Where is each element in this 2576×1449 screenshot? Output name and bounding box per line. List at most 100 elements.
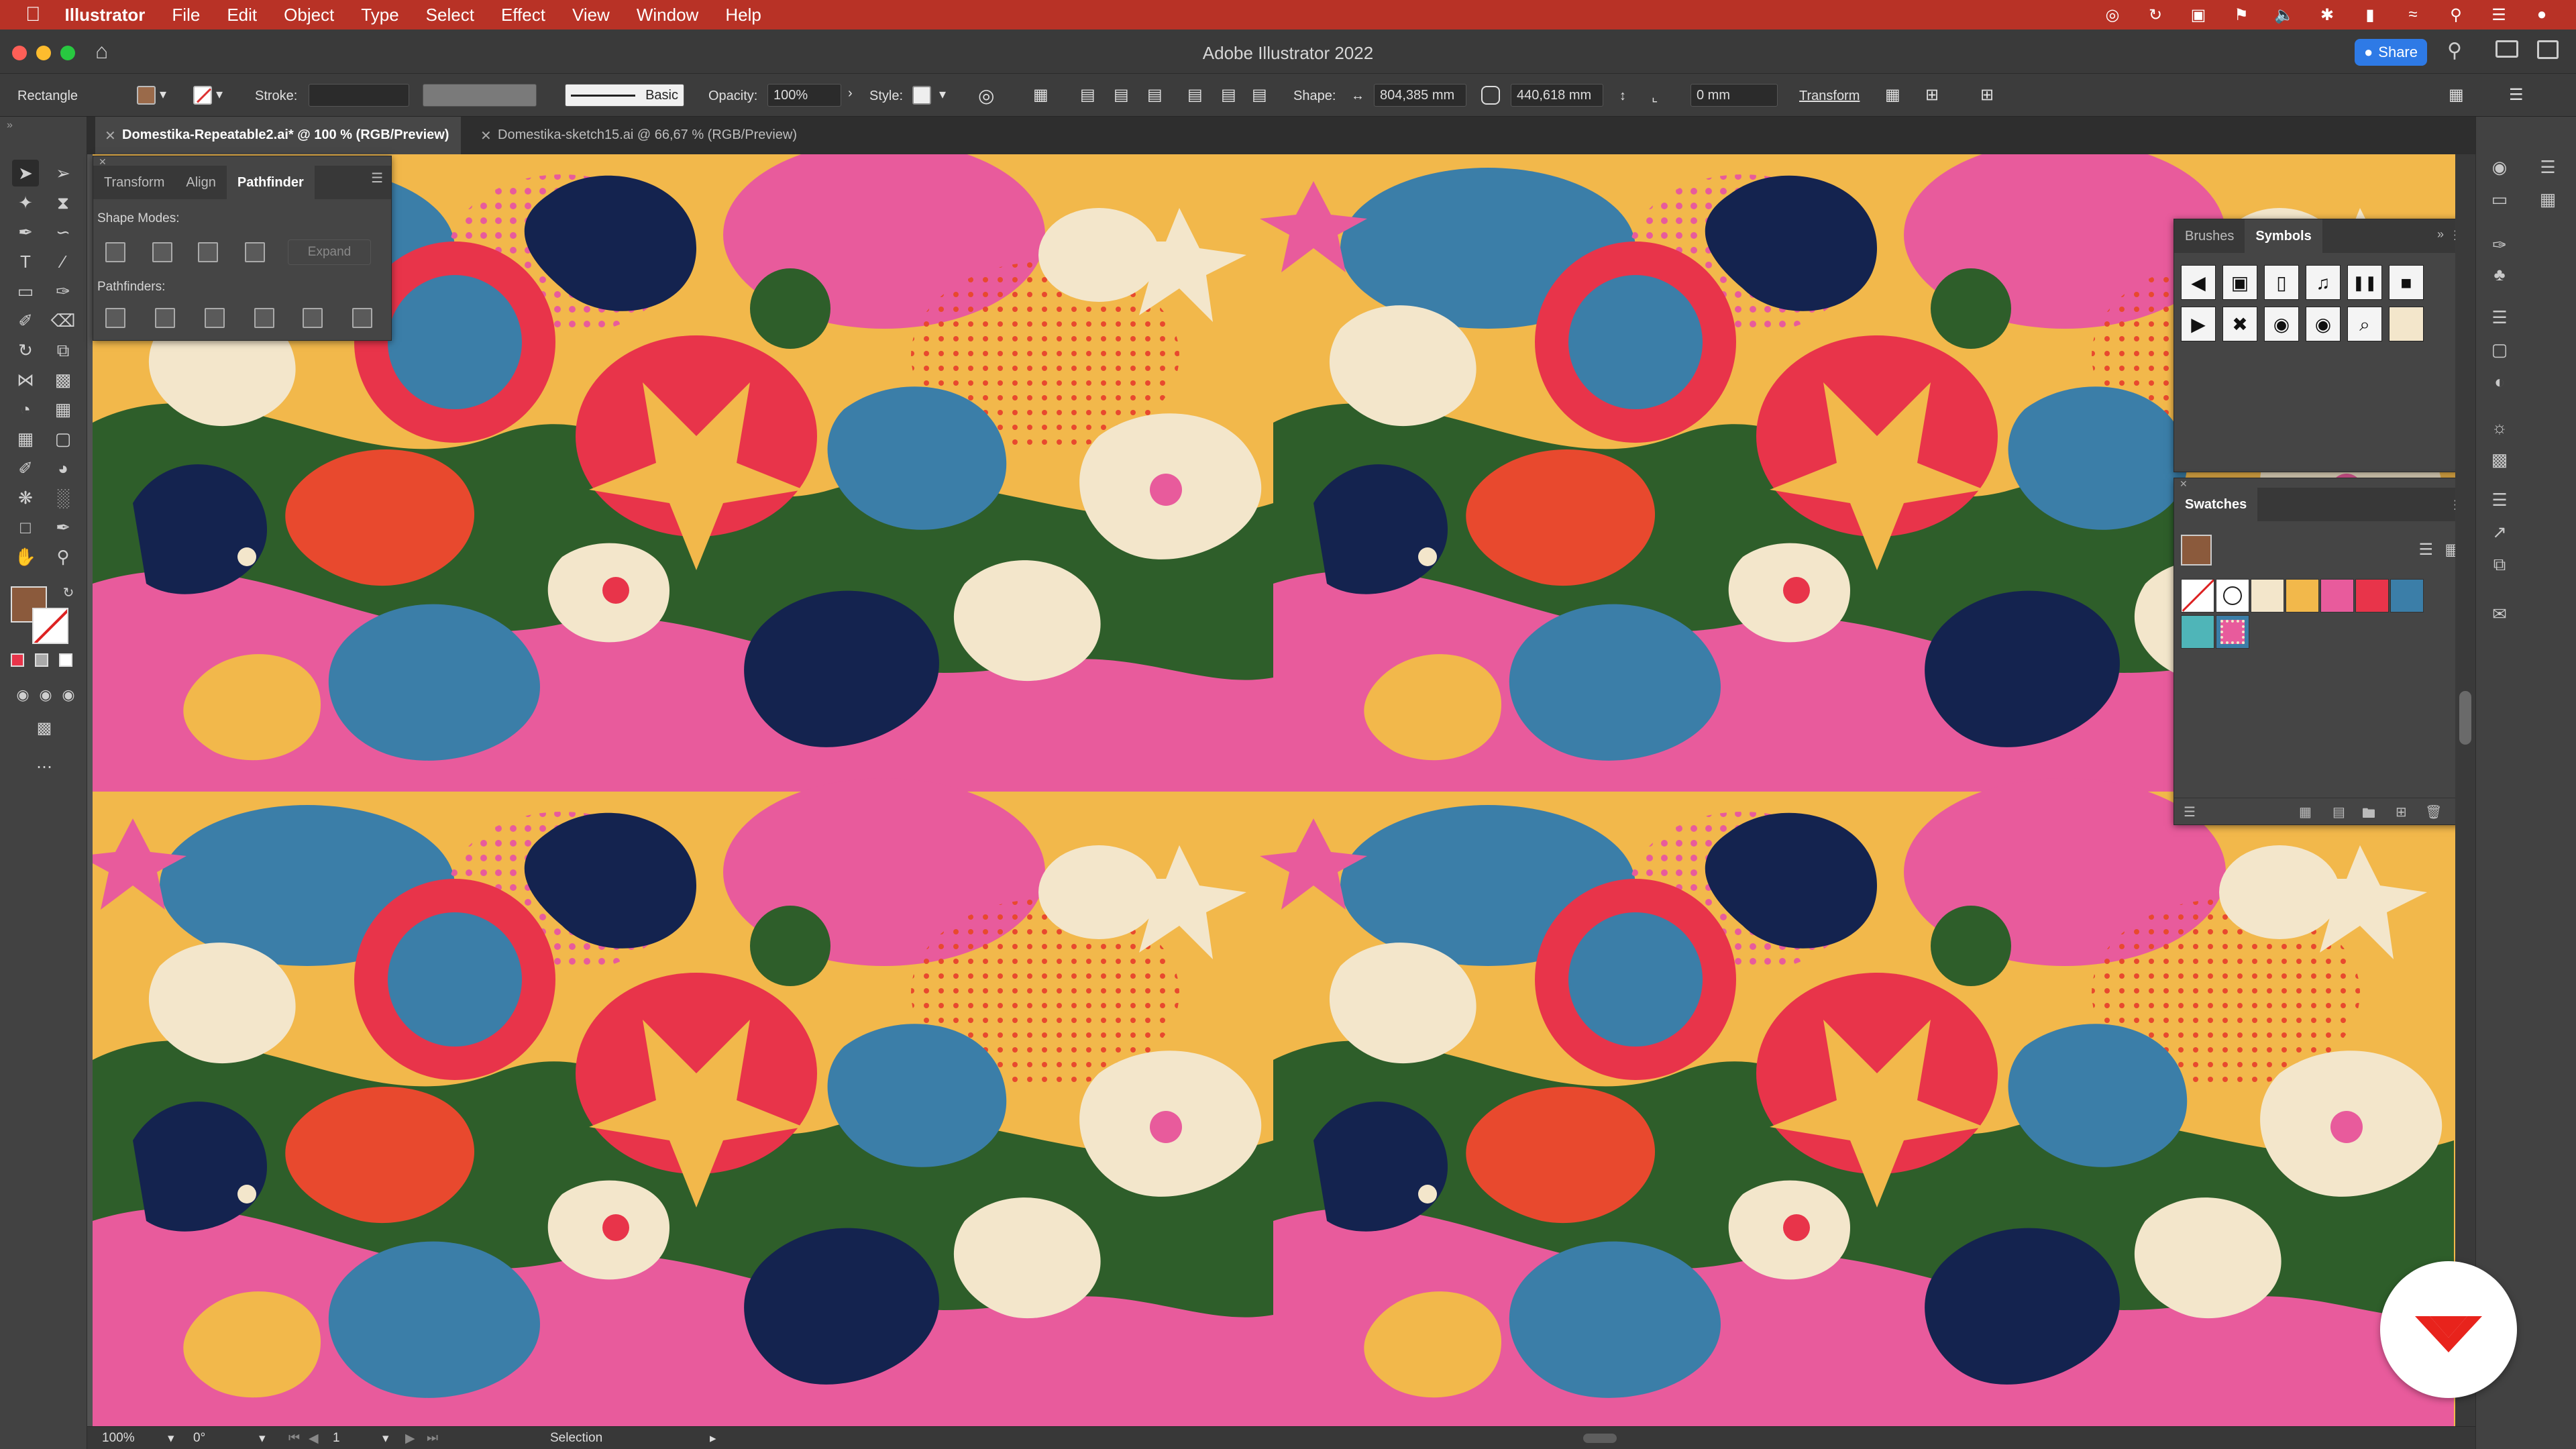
swatch-none[interactable] <box>2181 579 2214 612</box>
divide-icon[interactable] <box>105 308 125 328</box>
intersect-icon[interactable] <box>198 242 218 262</box>
chevron-right-icon[interactable]: › <box>848 86 853 101</box>
paintbrush-tool-icon[interactable]: ✑ <box>50 278 76 305</box>
show-swatch-kinds-icon[interactable]: ▦ <box>2299 804 2312 820</box>
align-middle-icon[interactable]: ▤ <box>1221 85 1236 105</box>
color-mode-icon[interactable] <box>11 653 24 667</box>
menu-select[interactable]: Select <box>426 5 474 25</box>
info-icon[interactable]: ▦ <box>2532 184 2563 215</box>
control-center-icon[interactable]: ☰ <box>2487 5 2510 25</box>
control-icon[interactable]: ☰ <box>2532 152 2563 182</box>
horizontal-scroll-thumb[interactable] <box>1583 1434 1617 1443</box>
menu-type[interactable]: Type <box>361 5 398 25</box>
merge-icon[interactable] <box>205 308 225 328</box>
zoom-level[interactable]: 100% <box>102 1431 135 1446</box>
rotate-tool-icon[interactable]: ↻ <box>12 337 39 364</box>
draw-inside-icon[interactable]: ◉ <box>55 682 82 708</box>
screen-mode-icon[interactable]: ▩ <box>31 715 58 742</box>
first-artboard-icon[interactable]: ⏮ <box>288 1431 300 1446</box>
curvature-tool-icon[interactable]: ∽ <box>50 219 76 246</box>
chevron-down-icon[interactable]: ▾ <box>216 86 223 103</box>
type-tool-icon[interactable]: T <box>12 248 39 275</box>
battery-icon[interactable]: ▮ <box>2359 5 2381 25</box>
search-icon[interactable]: ⚲ <box>2447 39 2462 62</box>
symbol-camera-icon[interactable]: ▣ <box>2222 265 2257 300</box>
siri-icon[interactable]: ● <box>2530 5 2553 24</box>
graphic-style-swatch[interactable] <box>912 86 931 105</box>
menu-app-illustrator[interactable]: Illustrator <box>65 5 146 25</box>
swatch-libraries-icon[interactable]: ☰ <box>2184 804 2196 820</box>
symbol-custom-swatch[interactable] <box>2389 307 2424 341</box>
tab-domestika-sketch15[interactable]: ✕ Domestika-sketch15.ai @ 66,67 % (RGB/P… <box>471 117 809 154</box>
close-panel-icon[interactable]: ✕ <box>99 156 107 168</box>
symbol-arrow-left-icon[interactable]: ◀ <box>2181 265 2216 300</box>
previous-artboard-icon[interactable]: ◀ <box>309 1431 319 1446</box>
close-panel-icon[interactable]: ✕ <box>2180 478 2188 490</box>
tab-brushes[interactable]: Brushes <box>2174 219 2245 253</box>
column-graph-tool-icon[interactable]: ░ <box>50 484 76 511</box>
gradient-tool-icon[interactable]: ▢ <box>50 425 76 452</box>
tab-align[interactable]: Align <box>175 166 226 199</box>
swatch-options-icon[interactable]: ▤ <box>2332 804 2345 820</box>
pen-tool-icon[interactable]: ✒ <box>12 219 39 246</box>
stroke-panel-icon[interactable]: ☰ <box>2484 302 2515 333</box>
arrange-documents-icon[interactable] <box>2496 40 2518 58</box>
properties-icon[interactable]: ◉ <box>2484 152 2515 182</box>
gradient-panel-icon[interactable]: ▢ <box>2484 334 2515 365</box>
line-tool-icon[interactable]: ∕ <box>50 248 76 275</box>
close-tab-icon[interactable]: ✕ <box>105 127 116 144</box>
align-center-icon[interactable]: ▤ <box>1114 85 1129 105</box>
constrain-proportions-link-icon[interactable] <box>1481 86 1500 105</box>
width-tool-icon[interactable]: ⋈ <box>12 366 39 393</box>
stroke-color-swatch[interactable] <box>193 86 212 105</box>
align-bottom-icon[interactable]: ▤ <box>1252 85 1267 105</box>
width-field[interactable]: 804,385 mm <box>1374 84 1466 107</box>
eyedropper-tool-icon[interactable]: ✐ <box>12 455 39 482</box>
hand-tool-icon[interactable]: ✋ <box>12 543 39 570</box>
libraries-icon[interactable]: ▭ <box>2484 184 2515 215</box>
swap-fill-stroke-icon[interactable]: ↻ <box>55 580 82 606</box>
perspective-grid-tool-icon[interactable]: ▦ <box>50 396 76 423</box>
artboard-canvas[interactable] <box>93 154 2455 1429</box>
collapse-icon[interactable]: » <box>2437 227 2444 241</box>
flag-icon[interactable]: ⚑ <box>2230 5 2253 25</box>
isolate-icon[interactable]: ▦ <box>1885 85 1900 105</box>
shaper-tool-icon[interactable]: ✐ <box>12 307 39 334</box>
last-artboard-icon[interactable]: ⏭ <box>427 1431 438 1446</box>
symbol-stop-icon[interactable]: ■ <box>2389 265 2424 300</box>
trim-icon[interactable] <box>155 308 175 328</box>
swatch-pattern[interactable] <box>2216 615 2249 649</box>
asset-export-icon[interactable]: ↗ <box>2484 517 2515 547</box>
arrange-panels-icon[interactable]: ▦ <box>2449 85 2464 105</box>
symbol-mute-icon[interactable]: ✖ <box>2222 307 2257 341</box>
chevron-down-icon[interactable]: ▾ <box>939 86 946 103</box>
align-left-icon[interactable]: ▤ <box>1080 85 1095 105</box>
swatch-cream[interactable] <box>2251 579 2284 612</box>
bluetooth-icon[interactable]: ✱ <box>2316 5 2339 25</box>
corner-type-icon[interactable]: ⌞ <box>1652 89 1658 105</box>
symbol-volume-high-icon[interactable]: ◉ <box>2306 307 2341 341</box>
symbol-search-icon[interactable]: ⌕ <box>2347 307 2382 341</box>
swatch-blue[interactable] <box>2390 579 2424 612</box>
panel-menu-icon[interactable]: ☰ <box>371 170 383 186</box>
vertical-scrollbar[interactable] <box>2455 154 2475 1426</box>
volume-icon[interactable]: 🔈 <box>2273 5 2296 25</box>
transparency-icon[interactable]: ◐ <box>2484 366 2515 397</box>
tab-domestika-repeatable2[interactable]: ✕ Domestika-Repeatable2.ai* @ 100 % (RGB… <box>95 117 462 154</box>
menu-object[interactable]: Object <box>284 5 334 25</box>
exclude-icon[interactable] <box>245 242 265 262</box>
fill-stroke-indicator[interactable] <box>2181 535 2212 566</box>
swatch-registration[interactable] <box>2216 579 2249 612</box>
transform-each-icon[interactable]: ⊞ <box>1925 85 1939 105</box>
menu-help[interactable]: Help <box>725 5 761 25</box>
brush-definition-select[interactable]: Basic <box>565 84 684 107</box>
swatch-yellow[interactable] <box>2286 579 2319 612</box>
sync-icon[interactable]: ↻ <box>2144 5 2167 25</box>
chevron-right-icon[interactable]: ▸ <box>710 1431 716 1446</box>
tab-transform[interactable]: Transform <box>93 166 175 199</box>
symbol-sprayer-tool-icon[interactable]: ❋ <box>12 484 39 511</box>
graphic-styles-icon[interactable]: ▩ <box>2484 444 2515 475</box>
gradient-mode-icon[interactable] <box>35 653 48 667</box>
expand-button[interactable]: Expand <box>288 239 371 265</box>
new-swatch-icon[interactable]: ⊞ <box>2396 804 2407 820</box>
